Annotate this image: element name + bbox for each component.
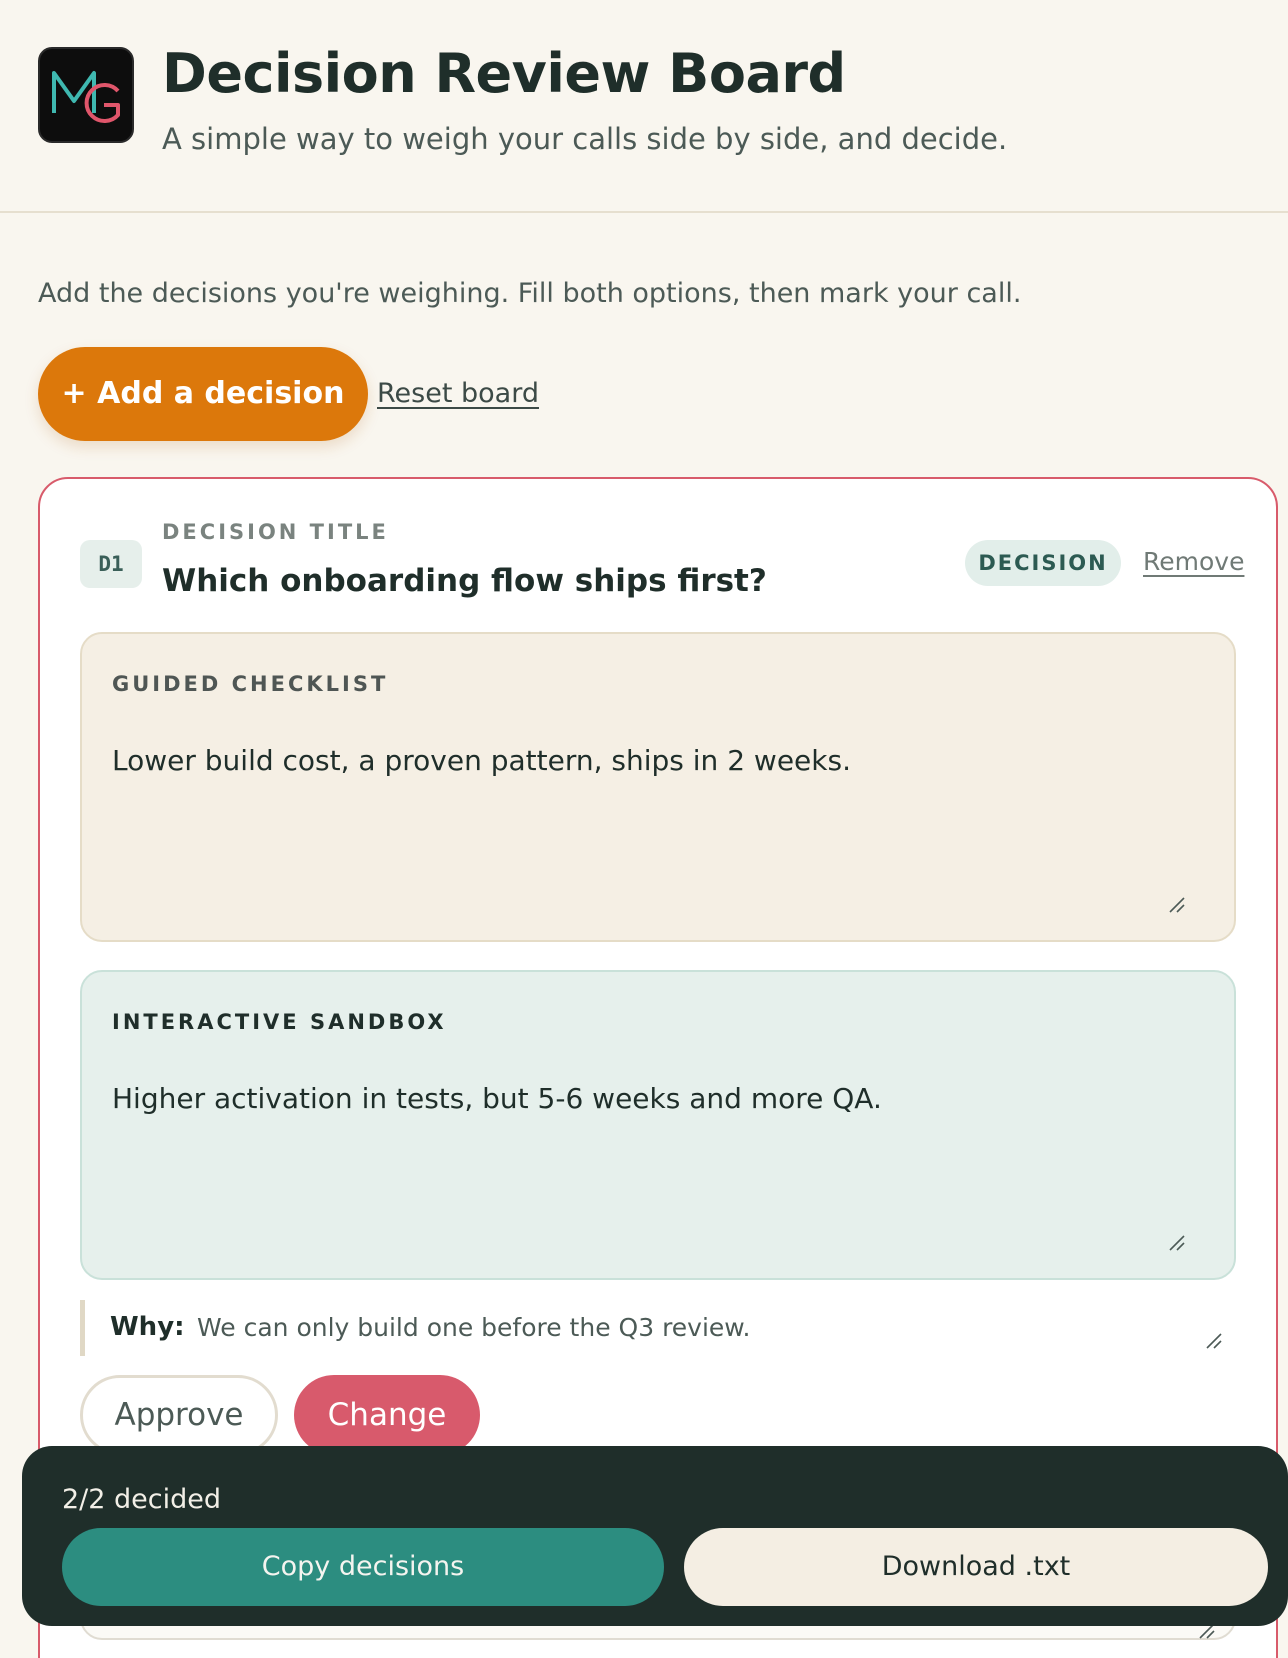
decision-title-input[interactable]: Which onboarding flow ships first? (162, 563, 767, 599)
page: Decision Review Board A simple way to we… (0, 0, 1288, 1658)
option-b-label: INTERACTIVE SANDBOX (112, 1010, 447, 1034)
why-label: Why: (110, 1312, 185, 1342)
why-field[interactable]: Why: We can only build one before the Q3… (80, 1300, 1236, 1356)
resize-handle-icon[interactable] (1168, 1234, 1186, 1252)
add-decision-button[interactable]: + Add a decision (38, 347, 368, 441)
page-subtitle: A simple way to weigh your calls side by… (162, 122, 1008, 156)
resize-handle-icon[interactable] (1205, 1332, 1223, 1350)
change-button[interactable]: Change (294, 1375, 480, 1455)
status-badge: DECISION (965, 540, 1121, 586)
download-txt-button[interactable]: Download .txt (684, 1528, 1268, 1606)
resize-handle-icon[interactable] (1168, 896, 1186, 914)
why-text: We can only build one before the Q3 revi… (197, 1313, 751, 1342)
decided-count: 2/2 decided (62, 1484, 222, 1515)
mg-logo-icon (52, 71, 120, 123)
copy-decisions-button[interactable]: Copy decisions (62, 1528, 664, 1606)
decision-id-badge: D1 (80, 540, 142, 588)
option-b-textarea[interactable]: INTERACTIVE SANDBOX Higher activation in… (80, 970, 1236, 1280)
page-title: Decision Review Board (162, 42, 846, 105)
option-a-label: GUIDED CHECKLIST (112, 672, 389, 696)
option-b-text: Higher activation in tests, but 5-6 week… (112, 1082, 882, 1115)
app-logo (38, 47, 134, 143)
app-header: Decision Review Board A simple way to we… (0, 0, 1288, 213)
sticky-footer-bar: 2/2 decided Copy decisions Download .txt (22, 1446, 1288, 1626)
intro-text: Add the decisions you're weighing. Fill … (38, 278, 1022, 309)
option-a-textarea[interactable]: GUIDED CHECKLIST Lower build cost, a pro… (80, 632, 1236, 942)
reset-board-link[interactable]: Reset board (377, 378, 539, 409)
option-a-text: Lower build cost, a proven pattern, ship… (112, 744, 851, 777)
decision-title-label: DECISION TITLE (162, 520, 389, 544)
approve-button[interactable]: Approve (80, 1375, 278, 1455)
remove-decision-link[interactable]: Remove (1143, 547, 1244, 576)
